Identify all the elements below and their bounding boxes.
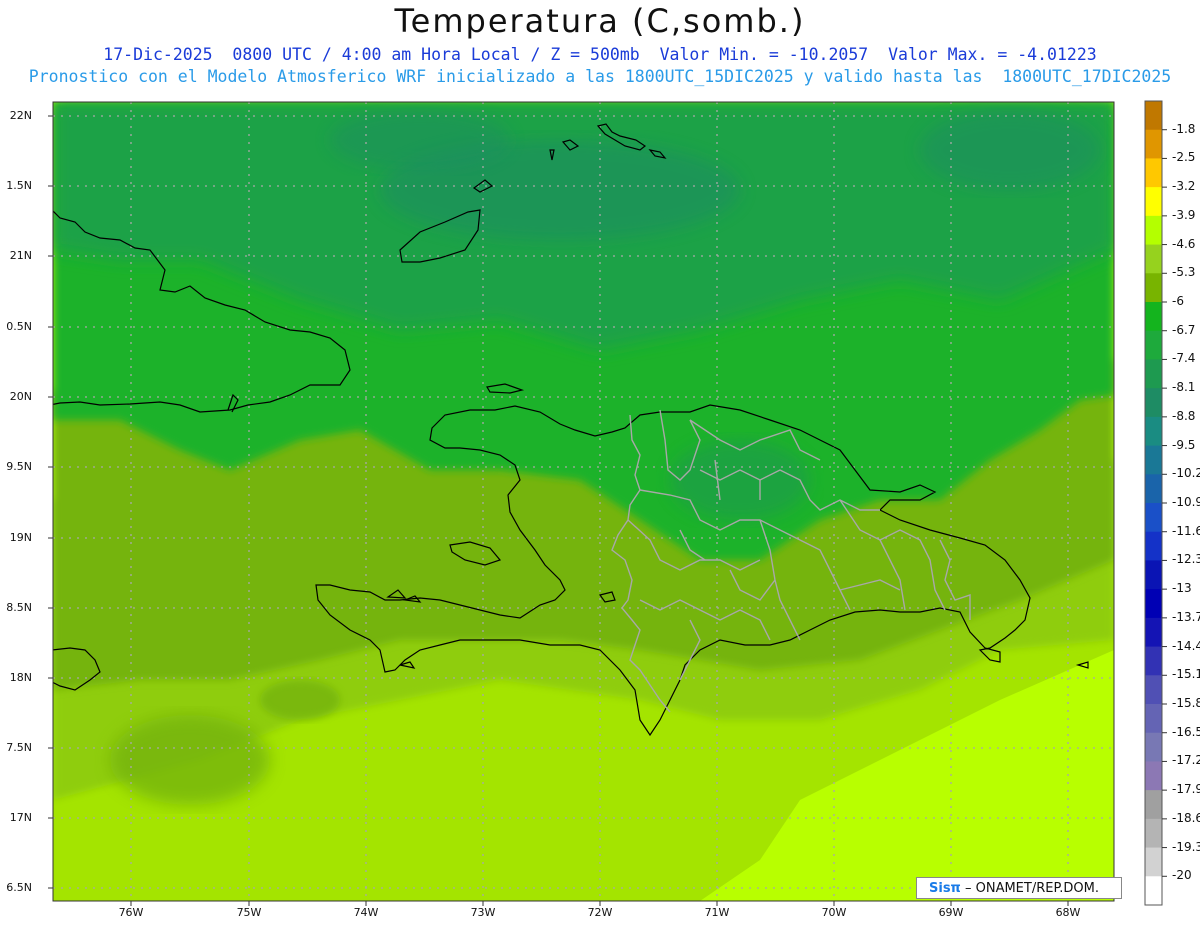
colorbar-label: -14.4 (1172, 638, 1200, 653)
colorbar-swatch (1145, 589, 1162, 619)
colorbar-swatch (1145, 732, 1162, 762)
colorbar-swatch (1145, 818, 1162, 849)
colorbar-swatch (1145, 617, 1162, 648)
colorbar-swatch (1145, 302, 1162, 332)
lon-label: 74W (353, 906, 379, 919)
lat-label: 20N (9, 390, 32, 403)
colorbar-swatch (1145, 359, 1162, 389)
colorbar-label: -13.7 (1172, 609, 1200, 624)
colorbar-label: -1.8 (1172, 121, 1196, 136)
lon-label: 69W (938, 906, 964, 919)
lat-label: 9.5N (6, 460, 32, 473)
lon-label: 75W (236, 906, 262, 919)
lat-label: 8.5N (6, 601, 32, 614)
colorbar-label: -17.2 (1172, 753, 1200, 768)
colorbar-label: -12.3 (1172, 552, 1200, 567)
colorbar-label: -15.1 (1172, 667, 1200, 682)
colorbar-label: -2.5 (1172, 150, 1196, 165)
lon-label: 71W (704, 906, 730, 919)
colorbar-swatch (1145, 560, 1162, 590)
colorbar-swatch (1145, 187, 1162, 217)
lon-label: 72W (587, 906, 613, 919)
colorbar-swatch (1145, 876, 1162, 906)
lat-label: 17N (9, 811, 32, 824)
colorbar-swatch (1145, 101, 1162, 131)
colorbar-swatch (1145, 646, 1162, 676)
temperature-field (53, 102, 1114, 901)
colorbar-label: -16.5 (1172, 724, 1200, 739)
colorbar-label: -10.2 (1172, 466, 1200, 481)
colorbar-swatch (1145, 761, 1162, 791)
colorbar-label: -20 (1172, 868, 1192, 883)
colorbar-label: -15.8 (1172, 696, 1200, 710)
colorbar-swatch (1145, 273, 1162, 303)
colorbar-label: -6.7 (1172, 322, 1196, 337)
colorbar-swatch (1145, 704, 1162, 734)
lat-label: 22N (9, 109, 32, 122)
lon-label: 70W (821, 906, 847, 919)
colorbar-label: -9.5 (1172, 437, 1196, 452)
colorbar-swatch (1145, 330, 1162, 360)
colorbar-swatch (1145, 503, 1162, 533)
colorbar-swatch (1145, 474, 1162, 504)
colorbar-swatch (1145, 416, 1162, 447)
colorbar-label: -5.3 (1172, 265, 1196, 280)
sispi-logo: Sisπ (929, 881, 961, 896)
lat-label: 18N (9, 671, 32, 684)
colorbar-label: -17.9 (1172, 782, 1200, 797)
lat-label: 19N (9, 531, 32, 544)
colorbar-label: -7.4 (1172, 351, 1196, 366)
colorbar-swatch (1145, 244, 1162, 274)
colorbar-swatch (1145, 129, 1162, 159)
colorbar-label: -3.2 (1172, 179, 1196, 194)
credit-text: – ONAMET/REP.DOM. (960, 881, 1099, 896)
lon-label: 73W (470, 906, 496, 919)
colorbar-label: -13 (1172, 581, 1192, 596)
colorbar-swatch (1145, 531, 1162, 561)
lon-label: 68W (1055, 906, 1081, 919)
colorbar-label: -11.6 (1172, 523, 1200, 538)
colorbar (1144, 100, 1167, 906)
credit-box: Sisπ – ONAMET/REP.DOM. (916, 877, 1122, 899)
colorbar-swatch (1145, 445, 1162, 475)
colorbar-label: -10.9 (1172, 495, 1200, 509)
colorbar-swatch (1145, 158, 1162, 188)
lat-label: 6.5N (6, 881, 32, 894)
colorbar-label: -19.3 (1172, 839, 1200, 854)
colorbar-swatch (1145, 215, 1162, 246)
colorbar-label: -3.9 (1172, 207, 1196, 222)
lat-label: 21N (9, 249, 32, 262)
colorbar-swatch (1145, 790, 1162, 820)
colorbar-label: -6 (1172, 294, 1184, 308)
temperature-map (48, 100, 1167, 906)
lat-label: 7.5N (6, 741, 32, 754)
lon-label: 76W (118, 906, 144, 919)
colorbar-swatch (1145, 388, 1162, 418)
colorbar-label: -8.8 (1172, 408, 1196, 423)
colorbar-label: -8.1 (1172, 380, 1196, 395)
colorbar-label: -4.6 (1172, 236, 1196, 251)
colorbar-swatch (1145, 847, 1162, 877)
colorbar-label: -18.6 (1172, 810, 1200, 825)
colorbar-swatch (1145, 675, 1162, 705)
lat-label: 1.5N (6, 179, 32, 192)
lat-label: 0.5N (6, 320, 32, 333)
